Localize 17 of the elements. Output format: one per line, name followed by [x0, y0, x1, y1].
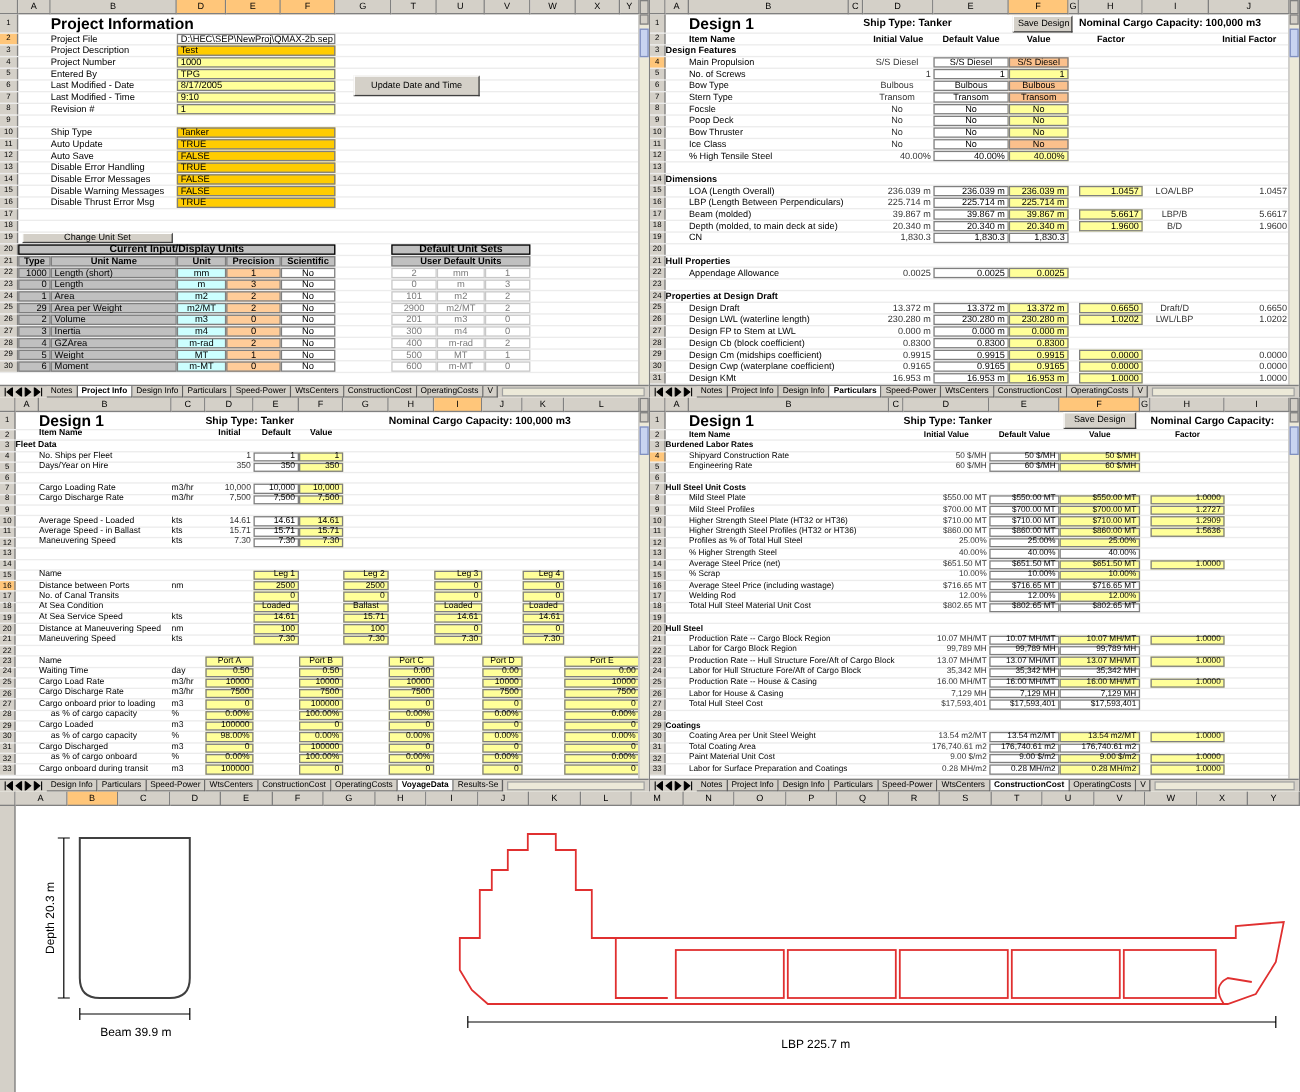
select-all-corner[interactable]	[650, 0, 666, 15]
select-all-corner[interactable]	[0, 791, 16, 806]
horizontal-scrollbar[interactable]	[507, 781, 645, 791]
vertical-scrollbar[interactable]	[638, 412, 649, 779]
sheet-navigation-icon[interactable]	[2, 781, 45, 791]
vertical-scrollbar[interactable]	[1288, 412, 1299, 779]
vertical-scrollbar[interactable]	[638, 14, 649, 385]
horizontal-scrollbar[interactable]	[502, 387, 645, 397]
select-all-corner[interactable]	[0, 0, 19, 15]
horizontal-scrollbar[interactable]	[1152, 387, 1295, 397]
select-all-corner[interactable]	[0, 397, 16, 413]
horizontal-scrollbar[interactable]	[1154, 781, 1295, 791]
sheet-navigation-icon[interactable]	[2, 387, 45, 397]
sheet-navigation-icon[interactable]	[652, 387, 695, 397]
sheet-navigation-icon[interactable]	[652, 781, 695, 791]
select-all-corner[interactable]	[650, 397, 666, 413]
vertical-scrollbar[interactable]	[1288, 14, 1299, 385]
